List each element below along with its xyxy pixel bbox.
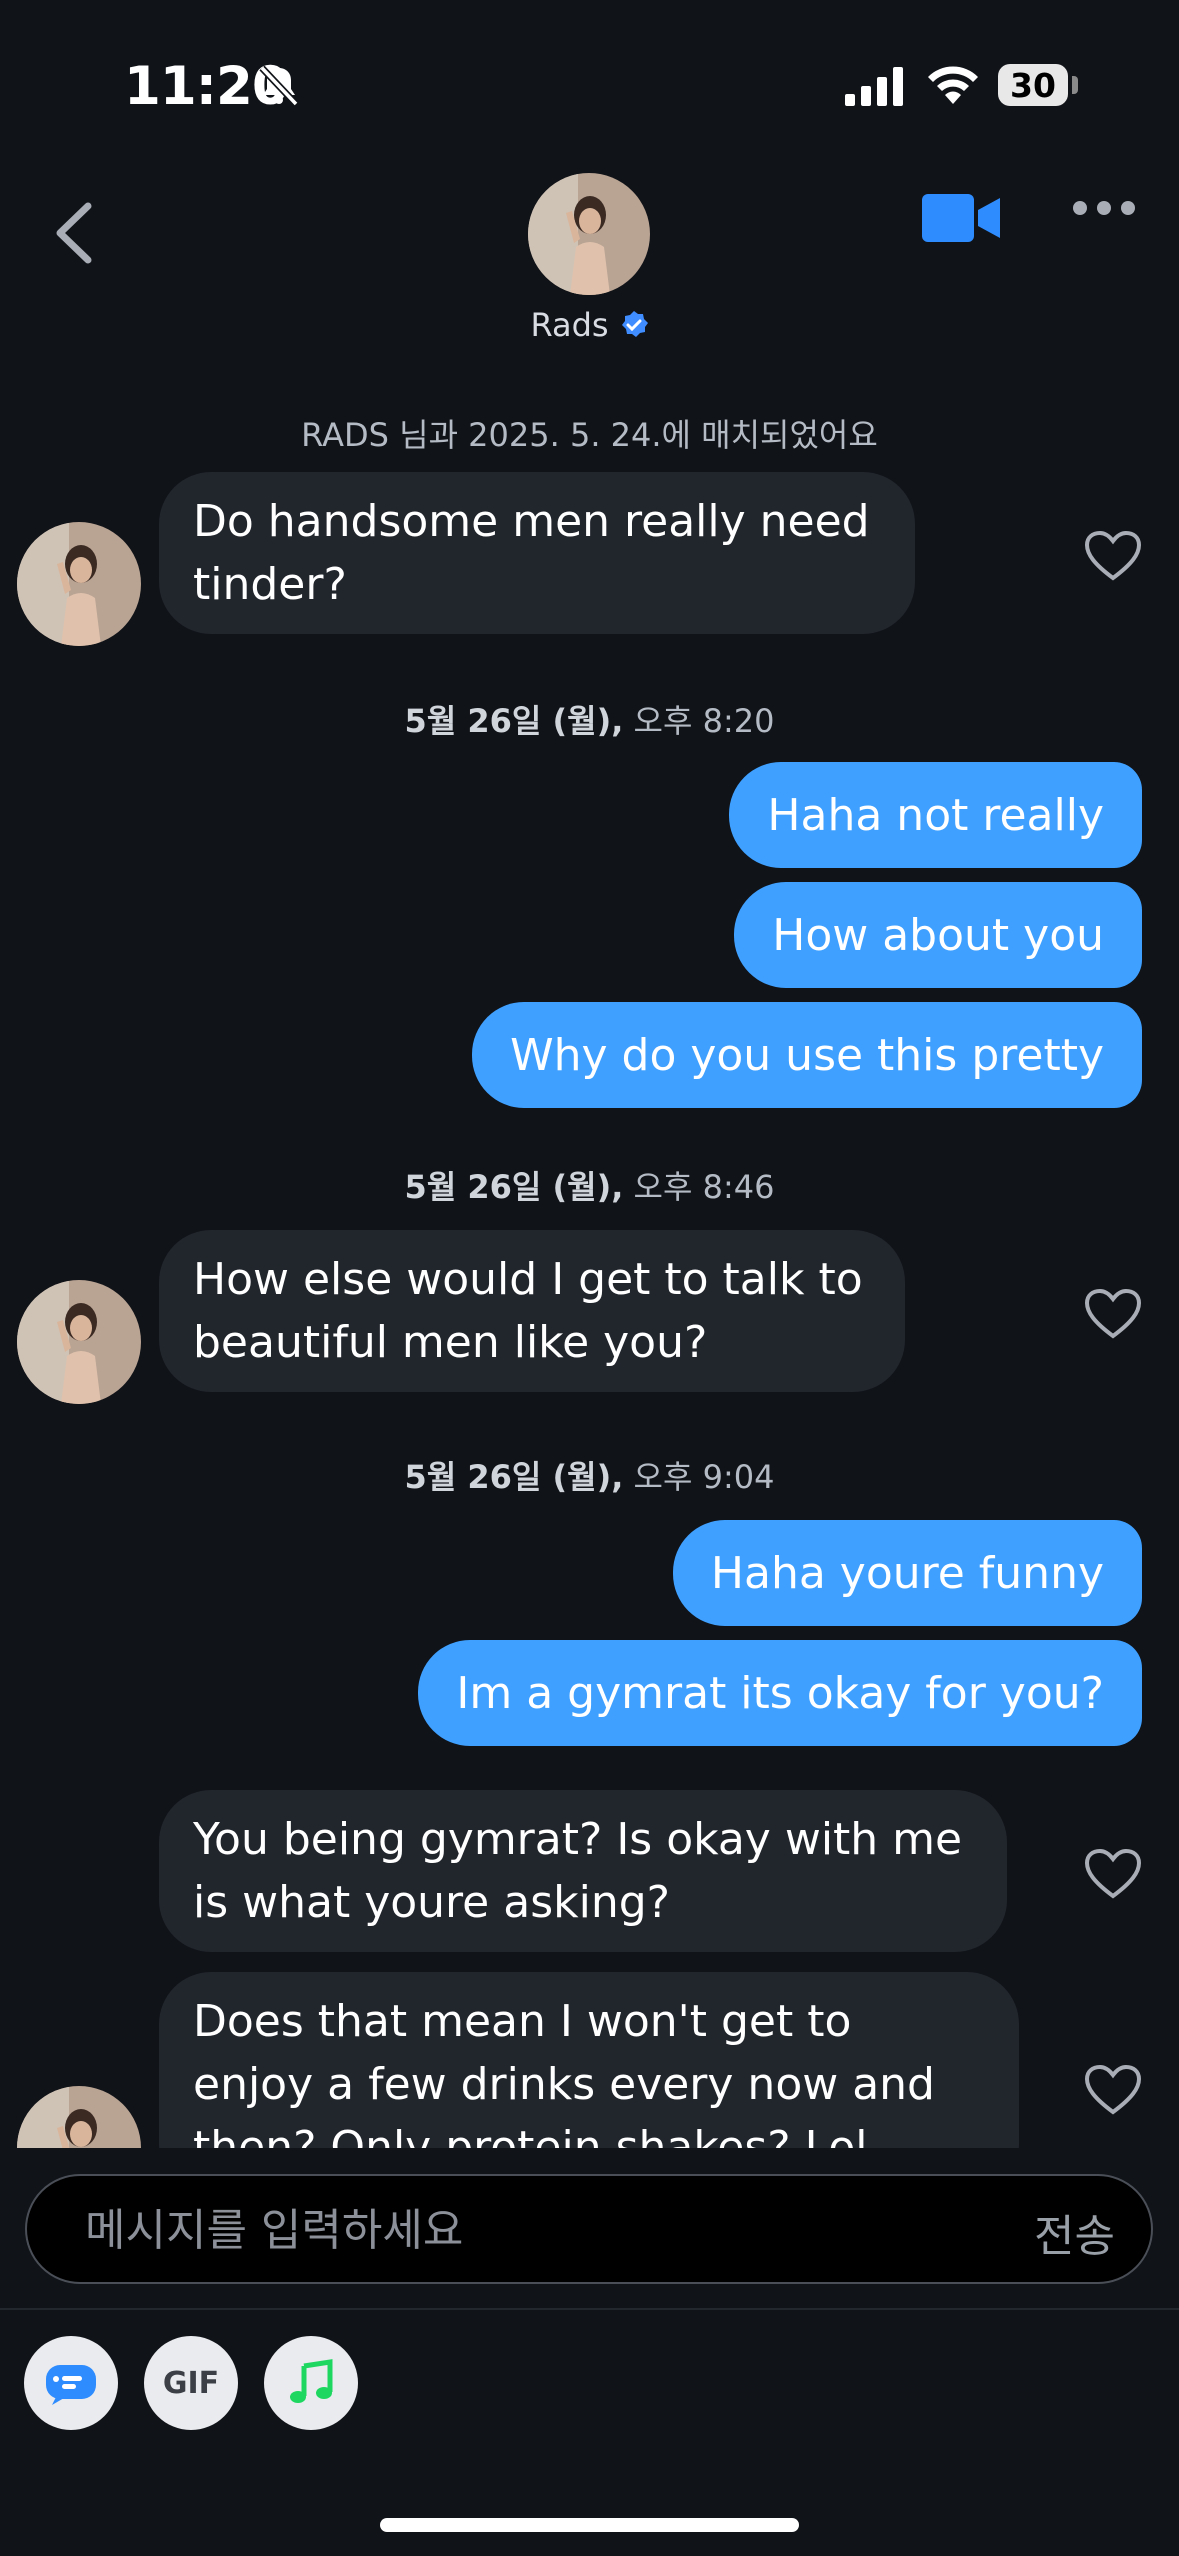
chat-card-button[interactable] — [24, 2336, 118, 2430]
send-button[interactable]: 전송 — [1034, 2200, 1115, 2264]
heart-icon[interactable] — [1084, 1288, 1142, 1340]
match-note: RADS 님과 2025. 5. 24.에 매치되었어요 — [301, 416, 878, 454]
timestamp-time: 오후 8:20 — [623, 702, 775, 740]
signal-icon — [845, 67, 903, 106]
sender-avatar[interactable] — [17, 1280, 141, 1404]
timestamp-date: 5월 26일 (월), — [404, 702, 624, 740]
music-note-icon — [290, 2359, 333, 2403]
verified-icon — [621, 311, 648, 337]
incoming-message[interactable]: Do handsome men really need tinder? — [159, 472, 915, 634]
chat-card-icon — [46, 2365, 96, 2405]
incoming-message[interactable]: How else would I get to talk to beautifu… — [159, 1230, 905, 1392]
timestamp-time: 오후 9:04 — [623, 1458, 775, 1496]
outgoing-message[interactable]: Haha not really — [729, 762, 1142, 868]
message-input[interactable] — [83, 2176, 987, 2284]
outgoing-message[interactable]: How about you — [734, 882, 1142, 988]
contact-name-row[interactable]: Rads — [0, 306, 1179, 344]
timestamp: 5월 26일 (월), 오후 8:46 — [0, 1162, 1179, 1208]
timestamp: 5월 26일 (월), 오후 9:04 — [0, 1452, 1179, 1498]
timestamp-time: 오후 8:46 — [623, 1168, 775, 1206]
timestamp: 5월 26일 (월), 오후 8:20 — [0, 696, 1179, 742]
timestamp-date: 5월 26일 (월), — [404, 1168, 624, 1206]
heart-icon[interactable] — [1084, 1848, 1142, 1900]
back-icon[interactable] — [50, 200, 96, 266]
more-icon[interactable] — [1072, 198, 1136, 218]
heart-icon[interactable] — [1084, 530, 1142, 582]
timestamp-date: 5월 26일 (월), — [404, 1458, 624, 1496]
heart-icon[interactable] — [1084, 2064, 1142, 2116]
gif-button[interactable]: GIF — [144, 2336, 238, 2430]
outgoing-message[interactable]: Im a gymrat its okay for you? — [418, 1640, 1142, 1746]
outgoing-message[interactable]: Why do you use this pretty — [472, 1002, 1142, 1108]
outgoing-message[interactable]: Haha youre funny — [672, 1520, 1142, 1626]
contact-avatar[interactable] — [528, 173, 650, 295]
divider — [0, 2308, 1179, 2310]
battery-tip — [1072, 76, 1078, 94]
home-indicator[interactable] — [380, 2518, 799, 2532]
video-call-icon[interactable] — [920, 190, 1004, 246]
incoming-message[interactable]: You being gymrat? Is okay with me is wha… — [159, 1790, 1007, 1952]
bell-slash-icon — [259, 65, 299, 107]
music-button[interactable] — [264, 2336, 358, 2430]
gif-icon: GIF — [162, 2365, 220, 2401]
message-input-box[interactable] — [25, 2174, 1153, 2284]
wifi-icon — [928, 66, 978, 104]
sender-avatar[interactable] — [17, 522, 141, 646]
contact-name: Rads — [530, 306, 609, 344]
battery-icon: 30 — [998, 64, 1068, 106]
